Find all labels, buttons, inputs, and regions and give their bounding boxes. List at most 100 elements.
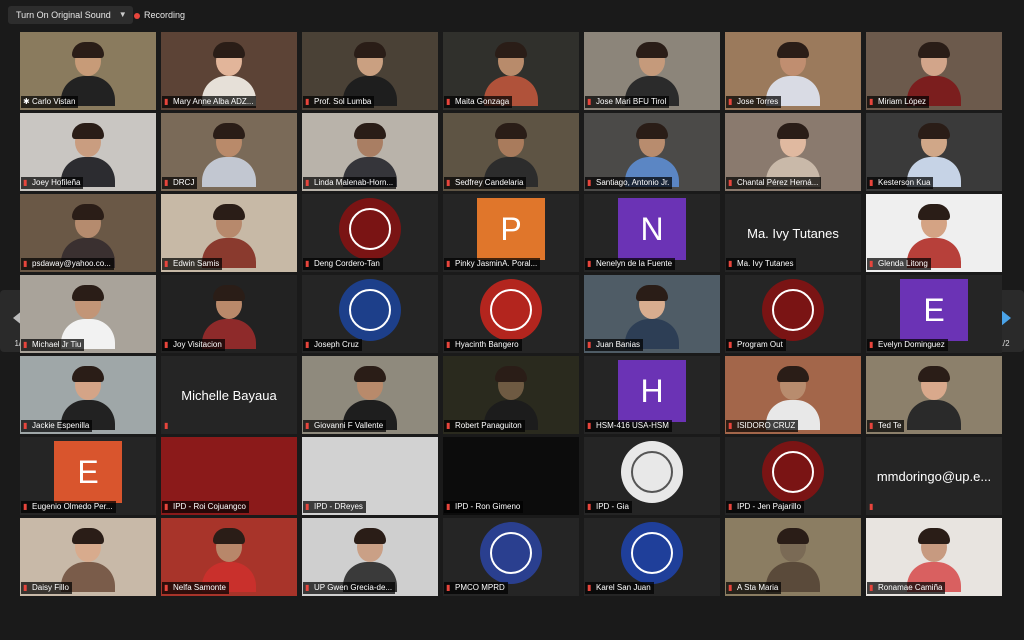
participant-figure — [61, 283, 115, 349]
participant-tile[interactable]: ▮ Deng Cordero-Tan — [302, 194, 438, 272]
mic-muted-icon: ▮ — [164, 421, 169, 430]
participant-tile[interactable]: ▮ Joey Hofileña — [20, 113, 156, 191]
participant-tile[interactable]: ▮ Hyacinth Bangero — [443, 275, 579, 353]
participant-name-label: ▮ Miriam López — [867, 96, 930, 108]
participant-figure — [907, 202, 961, 268]
participant-tile[interactable]: ▮ Daisy Fillo — [20, 518, 156, 596]
participant-tile[interactable]: ▮ A Sta Maria — [725, 518, 861, 596]
participant-tile[interactable]: ▮ IPD - Roi Cojuangco — [161, 437, 297, 515]
participant-name: UP Gwen Grecia-de... — [314, 583, 393, 592]
participant-name-label: ▮ UP Gwen Grecia-de... — [303, 582, 396, 594]
mic-muted-icon: ▮ — [446, 178, 451, 187]
participant-tile[interactable]: ▮ Chantal Pérez Herná... — [725, 113, 861, 191]
participant-tile[interactable]: ▮ Santiago, Antonio Jr. — [584, 113, 720, 191]
participant-figure — [61, 364, 115, 430]
participant-tile[interactable]: P ▮ Pinky JasminA. Poral... — [443, 194, 579, 272]
participant-tile[interactable]: ▮ Edwin Samis — [161, 194, 297, 272]
participant-tile[interactable]: ▮ Prof. Sol Lumba — [302, 32, 438, 110]
participant-tile[interactable]: ▮ Miriam López — [866, 32, 1002, 110]
mic-muted-icon: ▮ — [869, 340, 874, 349]
mic-muted-icon: ▮ — [869, 178, 874, 187]
original-sound-label: Turn On Original Sound — [16, 10, 111, 20]
participant-name-label: ▮ Karel San Juan — [585, 582, 654, 594]
participant-tile[interactable]: ▮ Mary Anne Alba ADZ... — [161, 32, 297, 110]
mic-muted-icon: ▮ — [728, 421, 733, 430]
participant-tile[interactable]: ▮ Sedfrey Candelaria — [443, 113, 579, 191]
participant-tile[interactable]: ▮ Ted Te — [866, 356, 1002, 434]
participant-tile[interactable]: ▮ Maita Gonzaga — [443, 32, 579, 110]
participant-tile[interactable]: ▮ Robert Panaguiton — [443, 356, 579, 434]
mic-muted-icon: ▮ — [164, 97, 169, 106]
participant-name-label: ▮ Kesterson Kua — [867, 177, 934, 189]
participant-tile[interactable]: ▮ PMCO MPRD — [443, 518, 579, 596]
participant-name-label: ▮ DRCJ — [162, 177, 198, 189]
mic-muted-icon: ▮ — [728, 259, 733, 268]
mic-muted-icon: ▮ — [23, 178, 28, 187]
participant-tile[interactable]: ▮ Jose Torres — [725, 32, 861, 110]
participant-figure — [907, 526, 961, 592]
participant-tile[interactable]: ▮ Program Out — [725, 275, 861, 353]
participant-tile[interactable]: ▮ IPD - Gia — [584, 437, 720, 515]
participant-name-label: ▮ Robert Panaguiton — [444, 420, 525, 432]
participant-figure — [766, 121, 820, 187]
participant-tile[interactable]: ▮ Joy Visitacion — [161, 275, 297, 353]
participant-name: Mary Anne Alba ADZ... — [173, 97, 254, 106]
participant-figure — [61, 40, 115, 106]
mic-muted-icon: ▮ — [869, 97, 874, 106]
participant-tile[interactable]: ▮ Michael Jr Tiu — [20, 275, 156, 353]
original-sound-button[interactable]: Turn On Original Sound ▼ — [8, 6, 133, 24]
participant-tile[interactable]: ▮ Jose Mari BFU Tirol — [584, 32, 720, 110]
participant-tile[interactable]: H ▮ HSM-416 USA-HSM — [584, 356, 720, 434]
participant-tile[interactable]: ▮ IPD - Jen Pajarillo — [725, 437, 861, 515]
participant-tile[interactable]: ▮ ISIDORO CRUZ — [725, 356, 861, 434]
mic-muted-icon: ▮ — [728, 583, 733, 592]
participant-tile[interactable]: mmdoringo@up.e... ▮ — [866, 437, 1002, 515]
mic-muted-icon: ▮ — [446, 421, 451, 430]
participant-name-label: ▮ Joseph Cruz — [303, 339, 362, 351]
participant-tile[interactable]: Ma. Ivy Tutanes ▮ Ma. Ivy Tutanes — [725, 194, 861, 272]
participant-figure — [61, 526, 115, 592]
participant-tile[interactable]: E ▮ Evelyn Dominguez — [866, 275, 1002, 353]
participant-tile[interactable]: ▮ Ronamae Camiña — [866, 518, 1002, 596]
participant-tile[interactable]: ▮ IPD - Ron Gimeno — [443, 437, 579, 515]
participant-name: Program Out — [737, 340, 783, 349]
participant-name: Daisy Fillo — [32, 583, 69, 592]
participant-tile[interactable]: ▮ UP Gwen Grecia-de... — [302, 518, 438, 596]
participant-tile[interactable]: ▮ Kesterson Kua — [866, 113, 1002, 191]
participant-figure — [61, 202, 115, 268]
participant-tile[interactable]: E ▮ Eugenio Olmedo Per... — [20, 437, 156, 515]
recording-indicator: Recording — [134, 8, 185, 22]
participant-tile[interactable]: N ▮ Nenelyn de la Fuente — [584, 194, 720, 272]
participant-figure — [907, 121, 961, 187]
participant-tile[interactable]: ▮ DRCJ — [161, 113, 297, 191]
mic-muted-icon: ▮ — [587, 583, 592, 592]
participant-name: Ma. Ivy Tutanes — [737, 259, 794, 268]
mic-muted-icon: ▮ — [164, 502, 169, 511]
participant-name: Maita Gonzaga — [455, 97, 510, 106]
participant-tile[interactable]: Michelle Bayaua ▮ — [161, 356, 297, 434]
participant-tile[interactable]: ▮ psdaway@yahoo.co... — [20, 194, 156, 272]
participant-name-label: ▮ Santiago, Antonio Jr. — [585, 177, 673, 189]
seal-logo — [480, 522, 542, 584]
mic-muted-icon: ▮ — [446, 340, 451, 349]
chevron-down-icon[interactable]: ▼ — [119, 6, 127, 24]
participant-name: HSM-416 USA-HSM — [596, 421, 669, 430]
participant-tile[interactable]: ✱ Carlo Vistan — [20, 32, 156, 110]
mic-muted-icon: ▮ — [305, 259, 310, 268]
participant-tile[interactable]: ▮ Karel San Juan — [584, 518, 720, 596]
mic-muted-icon: ▮ — [446, 583, 451, 592]
participant-name: Jackie Espenilla — [32, 421, 90, 430]
mic-muted-icon: ▮ — [587, 502, 592, 511]
participant-name-label: ▮ IPD - Ron Gimeno — [444, 501, 524, 513]
participant-name: Ronamae Camiña — [878, 583, 943, 592]
participant-tile[interactable]: ▮ Juan Banias — [584, 275, 720, 353]
participant-tile[interactable]: ▮ Jackie Espenilla — [20, 356, 156, 434]
avatar-initial: E — [54, 441, 122, 503]
participant-tile[interactable]: ▮ Nelfa Samonte — [161, 518, 297, 596]
participant-name-label: ▮ Jackie Espenilla — [21, 420, 93, 432]
participant-tile[interactable]: ▮ Linda Malenab-Horn... — [302, 113, 438, 191]
participant-tile[interactable]: ▮ Glenda Litong — [866, 194, 1002, 272]
participant-tile[interactable]: ▮ Giovanni F Vallente — [302, 356, 438, 434]
participant-tile[interactable]: ▮ IPD - DReyes — [302, 437, 438, 515]
participant-tile[interactable]: ▮ Joseph Cruz — [302, 275, 438, 353]
